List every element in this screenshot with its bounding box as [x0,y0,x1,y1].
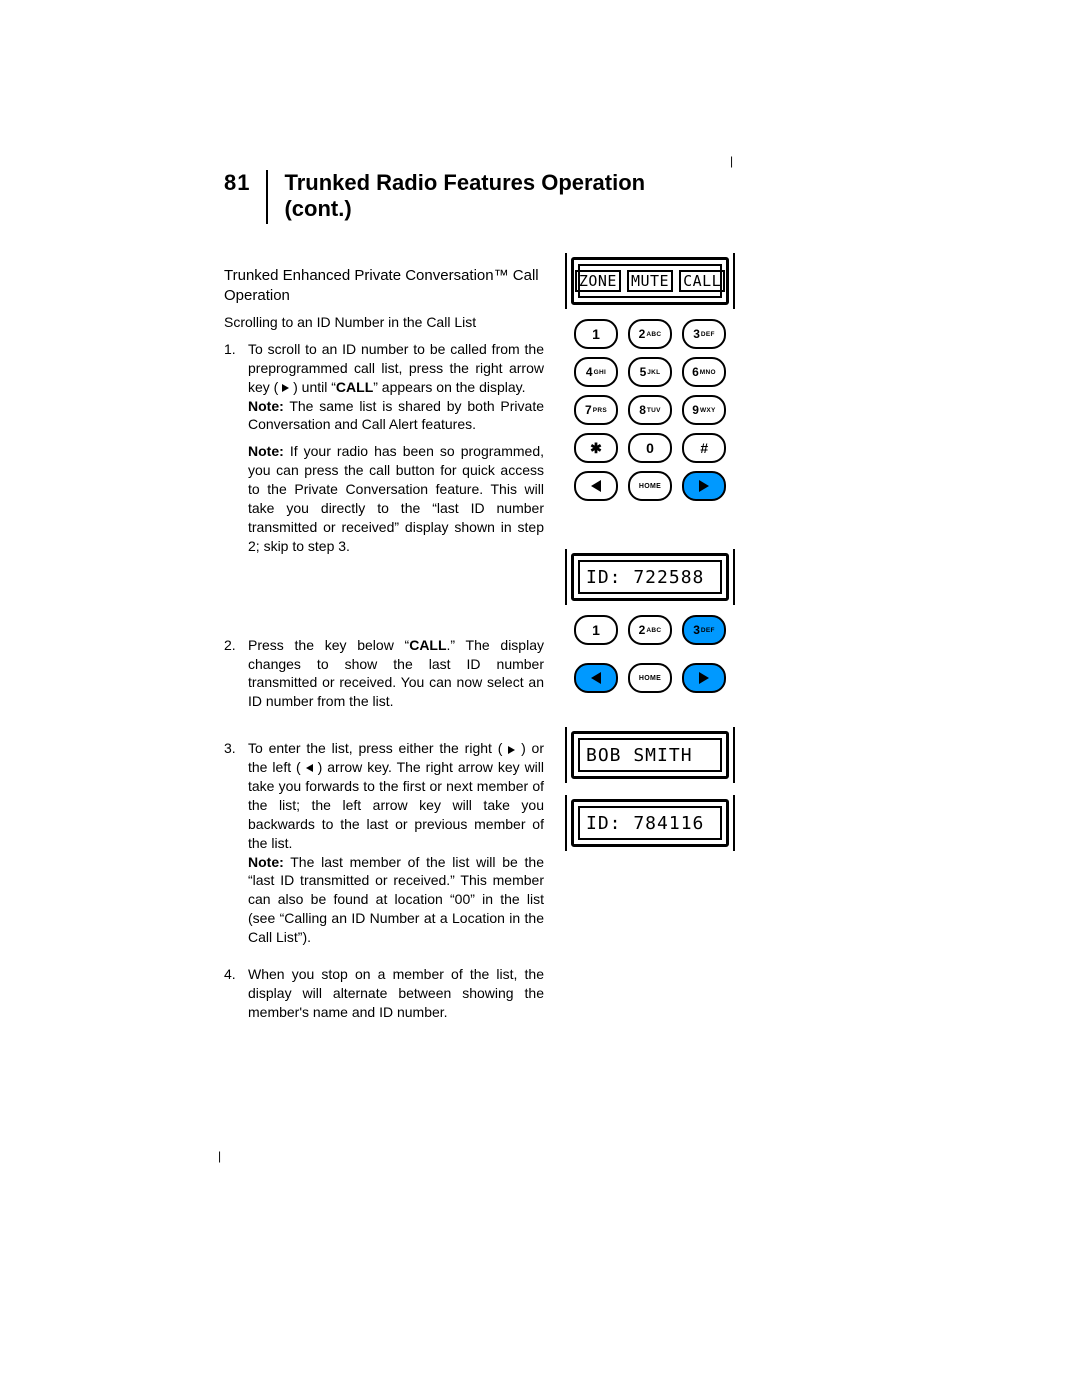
step-1: 1. To scroll to an ID number to be calle… [224,340,544,564]
page-number: 81 [224,170,266,196]
left-triangle-icon [591,672,601,684]
radio-panel-2: ID: 722588 1 2ABC 3DEF HOME [565,549,735,693]
lcd-display: ZONE MUTE CALL [571,257,729,305]
lcd-text: BOB SMITH [578,738,722,772]
radio-panel-1: ZONE MUTE CALL 1 2ABC 3DEF 4GHI 5JKL 6MN… [565,253,735,501]
key-left[interactable] [574,663,618,693]
key-3[interactable]: 3DEF [682,615,726,645]
key-home[interactable]: HOME [628,663,672,693]
key-2[interactable]: 2ABC [628,319,672,349]
section-heading: Trunked Enhanced Private Conversation™ C… [224,266,544,305]
step-4: 4. When you stop on a member of the list… [224,965,544,1022]
lcd-text: ID: 784116 [578,806,722,840]
keypad: 1 2ABC 3DEF 4GHI 5JKL 6MNO 7PRS 8TUV 9WX… [572,319,728,501]
page-title: Trunked Radio Features Operation (cont.) [284,170,645,222]
page-header: 81 Trunked Radio Features Operation (con… [224,170,645,224]
key-4[interactable]: 4GHI [574,357,618,387]
key-1[interactable]: 1 [574,615,618,645]
key-right[interactable] [682,663,726,693]
softkey-zone: ZONE [575,270,621,292]
key-1[interactable]: 1 [574,319,618,349]
radio-panel-4: ID: 784116 [565,795,735,851]
key-left[interactable] [574,471,618,501]
body-text: Trunked Enhanced Private Conversation™ C… [224,266,544,1032]
lcd-text: ID: 722588 [578,560,722,594]
right-triangle-icon [699,480,709,492]
key-home[interactable]: HOME [628,471,672,501]
key-right[interactable] [682,471,726,501]
left-arrow-icon [306,764,313,772]
section-subheading: Scrolling to an ID Number in the Call Li… [224,313,544,332]
key-7[interactable]: 7PRS [574,395,618,425]
cropmark: | [730,155,733,167]
softkey-call: CALL [679,270,725,292]
radio-panel-3: BOB SMITH [565,727,735,783]
softkey-mute: MUTE [627,270,673,292]
lcd-display: BOB SMITH [571,731,729,779]
header-rule [266,170,268,224]
manual-page: | | 81 Trunked Radio Features Operation … [0,0,1080,1397]
key-3[interactable]: 3DEF [682,319,726,349]
lcd-display: ID: 722588 [571,553,729,601]
key-hash[interactable]: # [682,433,726,463]
step-3: 3. To enter the list, press either the r… [224,739,544,955]
key-5[interactable]: 5JKL [628,357,672,387]
key-9[interactable]: 9WXY [682,395,726,425]
key-6[interactable]: 6MNO [682,357,726,387]
key-0[interactable]: 0 [628,433,672,463]
lcd-display: ID: 784116 [571,799,729,847]
key-8[interactable]: 8TUV [628,395,672,425]
right-triangle-icon [699,672,709,684]
step-2: 2. Press the key below “CALL.” The displ… [224,636,544,712]
key-star[interactable]: ✱ [574,433,618,463]
cropmark: | [218,1150,221,1162]
key-2[interactable]: 2ABC [628,615,672,645]
left-triangle-icon [591,480,601,492]
illustration-column: ZONE MUTE CALL 1 2ABC 3DEF 4GHI 5JKL 6MN… [565,253,735,863]
